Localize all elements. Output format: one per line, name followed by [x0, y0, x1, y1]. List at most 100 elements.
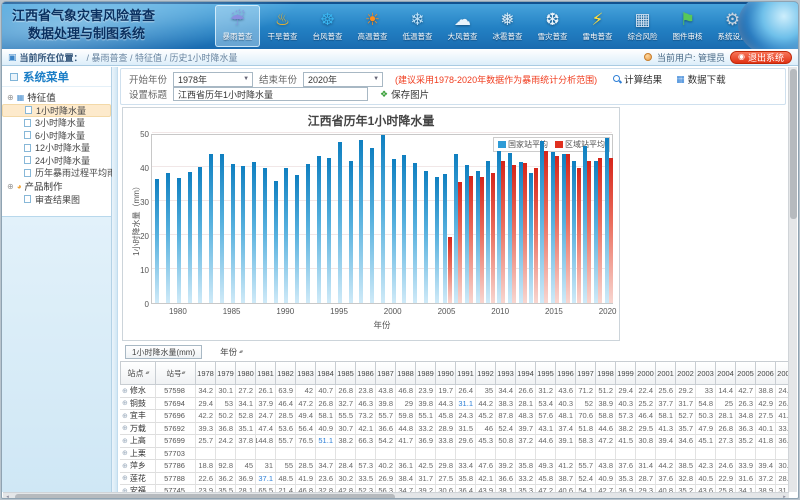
- year-filter[interactable]: 年份 ▴▾: [220, 346, 242, 358]
- toolbar-item-map-review[interactable]: ⚑图件审核: [665, 5, 710, 47]
- value-cell: 54.1: [576, 485, 596, 492]
- toolbar-item-typhoon-survey[interactable]: ☸台风普查: [305, 5, 350, 47]
- column-header-year[interactable]: 1991: [456, 361, 476, 385]
- toolbar-item-snow-survey[interactable]: ❆雪灾普查: [530, 5, 575, 47]
- tree-item[interactable]: 12小时降水量: [2, 142, 111, 155]
- tree-item[interactable]: 历年暴雨过程平均雨量: [2, 167, 111, 180]
- column-header-year[interactable]: 1998: [596, 361, 616, 385]
- column-header-year[interactable]: 1994: [516, 361, 536, 385]
- toolbar-item-high-temp-survey[interactable]: ☀高温普查: [350, 5, 395, 47]
- column-header-year[interactable]: 1999: [616, 361, 636, 385]
- column-header-year[interactable]: 1990: [436, 361, 456, 385]
- value-cell: 32.8: [676, 473, 696, 486]
- station-cell[interactable]: ⊕修水: [120, 385, 156, 398]
- menu-icon: [10, 73, 18, 81]
- column-header-year[interactable]: 1997: [576, 361, 596, 385]
- column-header-year[interactable]: 2003: [696, 361, 716, 385]
- value-cell: 27.2: [236, 385, 256, 398]
- expander-icon[interactable]: ⊕: [7, 93, 14, 102]
- scroll-right-icon[interactable]: ▸: [780, 493, 789, 499]
- table-measure-button[interactable]: 1小时降水量(mm): [125, 345, 202, 359]
- column-header-station-id[interactable]: 站号 ▴▾: [156, 361, 196, 385]
- start-year-select[interactable]: 1978年 ▼: [173, 72, 253, 87]
- save-image-button[interactable]: ❖ 保存图片: [380, 87, 429, 101]
- column-header-year[interactable]: 1983: [296, 361, 316, 385]
- expander-icon[interactable]: ⊕: [7, 182, 14, 191]
- column-header-year[interactable]: 2006: [756, 361, 776, 385]
- tree-item[interactable]: 审查结果图: [2, 193, 111, 206]
- column-header-year[interactable]: 1980: [236, 361, 256, 385]
- expand-row-icon[interactable]: ⊕: [122, 462, 128, 470]
- expand-row-icon[interactable]: ⊕: [122, 412, 128, 420]
- station-cell[interactable]: ⊕安福: [120, 485, 156, 492]
- value-cell: 37.8: [236, 435, 256, 448]
- column-header-year[interactable]: 1981: [256, 361, 276, 385]
- station-cell[interactable]: ⊕上栗: [120, 448, 156, 461]
- station-cell[interactable]: ⊕上高: [120, 435, 156, 448]
- horizontal-scrollbar-thumb[interactable]: [15, 494, 395, 499]
- value-cell: 55.1: [416, 410, 436, 423]
- column-header-year[interactable]: 2000: [636, 361, 656, 385]
- toolbar-item-low-temp-survey[interactable]: ❄低温普查: [395, 5, 440, 47]
- column-header-year[interactable]: 2002: [676, 361, 696, 385]
- column-header-year[interactable]: 2004: [716, 361, 736, 385]
- value-cell: 24.6: [716, 460, 736, 473]
- column-header-station[interactable]: 站点 ▴▾: [120, 361, 156, 385]
- column-header-year[interactable]: 1978: [196, 361, 216, 385]
- download-button[interactable]: ▦ 数据下载: [676, 72, 726, 86]
- toolbar-item-risk-calc[interactable]: ▦综合风险: [620, 5, 665, 47]
- column-header-year[interactable]: 1995: [536, 361, 556, 385]
- station-cell[interactable]: ⊕万载: [120, 423, 156, 436]
- expand-row-icon[interactable]: ⊕: [122, 387, 128, 395]
- tree-item[interactable]: 6小时降水量: [2, 129, 111, 142]
- chart-title-input[interactable]: [173, 87, 368, 101]
- column-header-year[interactable]: 1985: [336, 361, 356, 385]
- vertical-scrollbar[interactable]: [788, 67, 797, 492]
- end-year-select[interactable]: 2020年 ▼: [303, 72, 383, 87]
- scroll-left-icon[interactable]: ◂: [3, 493, 12, 499]
- tree-item[interactable]: 1小时降水量: [2, 104, 111, 117]
- expand-row-icon[interactable]: ⊕: [122, 474, 128, 482]
- toolbar-item-rainstorm-survey[interactable]: ☔暴雨普查: [215, 5, 260, 47]
- tree-group-feature-values[interactable]: ⊕▦特征值: [2, 90, 111, 104]
- column-header-year[interactable]: 1989: [416, 361, 436, 385]
- value-cell: 48.5: [276, 473, 296, 486]
- calculate-button[interactable]: 计算结果: [613, 72, 662, 86]
- column-header-year[interactable]: 1996: [556, 361, 576, 385]
- column-header-year[interactable]: 1987: [376, 361, 396, 385]
- column-header-year[interactable]: 2005: [736, 361, 756, 385]
- station-cell[interactable]: ⊕宜丰: [120, 410, 156, 423]
- column-header-year[interactable]: 1988: [396, 361, 416, 385]
- vertical-scrollbar-thumb[interactable]: [790, 69, 797, 219]
- expand-row-icon[interactable]: ⊕: [122, 424, 128, 432]
- toolbar-item-hail-survey[interactable]: ❅冰雹普查: [485, 5, 530, 47]
- toolbar-item-lightning-survey[interactable]: ⚡雷电普查: [575, 5, 620, 47]
- value-cell: 29.4: [616, 385, 636, 398]
- column-header-year[interactable]: 1984: [316, 361, 336, 385]
- value-cell: 36.6: [496, 473, 516, 486]
- tree-group-product-making[interactable]: ⊕◕产品制作: [2, 179, 111, 193]
- station-cell[interactable]: ⊕铜鼓: [120, 398, 156, 411]
- expand-row-icon[interactable]: ⊕: [122, 449, 128, 457]
- toolbar-item-gale-survey[interactable]: ☁大风普查: [440, 5, 485, 47]
- station-cell[interactable]: ⊕萍乡: [120, 460, 156, 473]
- column-header-year[interactable]: 1986: [356, 361, 376, 385]
- column-header-year[interactable]: 2001: [656, 361, 676, 385]
- column-header-year[interactable]: 1979: [216, 361, 236, 385]
- expand-row-icon[interactable]: ⊕: [122, 437, 128, 445]
- column-header-year[interactable]: 1993: [496, 361, 516, 385]
- bar-national-2003: [424, 171, 428, 303]
- value-cell: 34.7: [396, 485, 416, 492]
- logout-button[interactable]: ◉ 退出系统: [730, 51, 792, 64]
- horizontal-scrollbar[interactable]: ◂ ▸: [3, 492, 789, 499]
- column-header-year[interactable]: 1982: [276, 361, 296, 385]
- station-cell[interactable]: ⊕莲花: [120, 473, 156, 486]
- expand-row-icon[interactable]: ⊕: [122, 399, 128, 407]
- tree-item[interactable]: 3小时降水量: [2, 117, 111, 130]
- bar-national-1997: [359, 140, 363, 304]
- table-row: ⊕安福5774523.935.528.165.521.446.832.842.8…: [120, 485, 789, 492]
- toolbar-item-drought-survey[interactable]: ♨干旱普查: [260, 5, 305, 47]
- tree-item[interactable]: 24小时降水量: [2, 154, 111, 167]
- value-cell: 53: [216, 398, 236, 411]
- column-header-year[interactable]: 1992: [476, 361, 496, 385]
